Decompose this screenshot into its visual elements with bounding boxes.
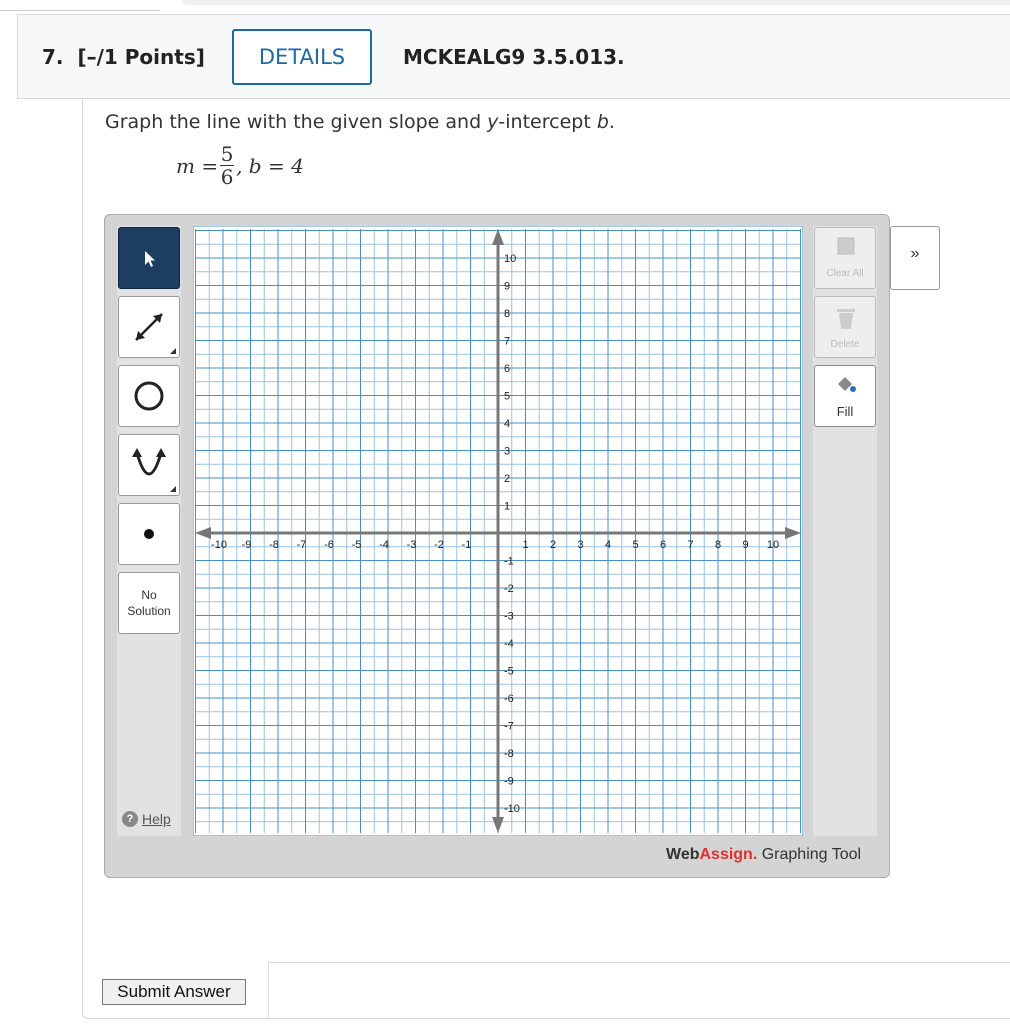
x-tick-label: 8: [715, 539, 721, 551]
y-tick-label: 6: [504, 363, 510, 375]
prompt-text-3: .: [608, 111, 615, 133]
no-solution-line2: Solution: [127, 604, 171, 618]
y-tick-label: -5: [504, 666, 514, 678]
clear-all-icon: [837, 237, 855, 255]
x-tick-label: -7: [297, 539, 307, 551]
prompt-text-1: Graph the line with the given slope and: [105, 111, 488, 133]
y-tick-label: -2: [504, 583, 514, 595]
expand-button[interactable]: »: [890, 226, 940, 290]
brand-web: Web: [666, 846, 700, 863]
y-tick-label: 2: [504, 473, 510, 485]
y-tick-label: 8: [504, 308, 510, 320]
y-tick-label: -8: [504, 748, 514, 760]
clear-all-button[interactable]: Clear All: [814, 227, 876, 289]
y-tick-label: -9: [504, 776, 514, 788]
x-tick-label: 3: [577, 539, 583, 551]
circle-icon: [134, 381, 164, 411]
y-tick-label: 3: [504, 446, 510, 458]
circle-tool-button[interactable]: [118, 365, 180, 427]
submenu-indicator: [170, 348, 176, 354]
y-tick-label: -1: [504, 556, 514, 568]
y-tick-label: 10: [504, 253, 516, 265]
x-tick-label: 5: [632, 539, 638, 551]
question-points: [–/1 Points]: [77, 45, 205, 69]
top-divider: [0, 10, 160, 11]
top-bar: [182, 0, 1010, 5]
point-tool-button[interactable]: [118, 503, 180, 565]
prompt-text-2: -intercept: [498, 111, 597, 133]
submit-divider: [268, 962, 1010, 963]
y-tick-label: 7: [504, 336, 510, 348]
coordinate-grid[interactable]: -10 -9 -8 -7 -6 -5 -4 -3 -2 -1 1 2 3 4 5 6 7 8 9 10 10 9 8 7 6 5 4…: [193, 226, 803, 836]
x-tick-label: -6: [324, 539, 334, 551]
submenu-indicator: [170, 486, 176, 492]
help-icon: ?: [122, 811, 138, 827]
question-number: 7. [–/1 Points]: [42, 45, 205, 69]
details-button[interactable]: DETAILS: [232, 29, 372, 85]
help-link[interactable]: ? Help: [122, 811, 171, 827]
equation-b: , b = 4: [236, 153, 304, 178]
delete-button[interactable]: Delete: [814, 296, 876, 358]
trash-icon: [837, 309, 855, 329]
submit-answer-button[interactable]: Submit Answer: [102, 979, 246, 1005]
y-tick-label: -3: [504, 611, 514, 623]
y-tick-label: -7: [504, 721, 514, 733]
help-label: Help: [142, 811, 171, 827]
x-tick-label: -10: [211, 539, 227, 551]
x-tick-label: 4: [605, 539, 611, 551]
clear-all-label: Clear All: [826, 268, 864, 279]
x-tick-label: -9: [242, 539, 252, 551]
y-tick-label: 5: [504, 391, 510, 403]
webassign-brand: WebAssign. Graphing Tool: [666, 846, 861, 864]
x-tick-label: -8: [269, 539, 279, 551]
brand-tool: Graphing Tool: [757, 846, 862, 863]
x-tick-label: 10: [767, 539, 779, 551]
x-tick-label: -4: [379, 539, 389, 551]
x-tick-label: -1: [462, 539, 472, 551]
x-tick-label: -3: [407, 539, 417, 551]
x-tick-label: -5: [352, 539, 362, 551]
equation: m = 5 6 , b = 4: [176, 143, 304, 188]
prompt-var-b: b: [596, 111, 609, 133]
x-tick-label: 1: [522, 539, 528, 551]
no-solution-label: No Solution: [127, 587, 170, 619]
parabola-tool-button[interactable]: [118, 434, 180, 496]
y-tick-label: -4: [504, 638, 514, 650]
pointer-tool-button[interactable]: [118, 227, 180, 289]
prompt-var-y: y: [487, 111, 499, 133]
brand-assign: Assign.: [699, 846, 758, 863]
y-tick-label: 1: [504, 501, 510, 513]
line-segment-icon: [135, 313, 163, 341]
y-tick-label: 4: [504, 418, 510, 430]
no-solution-line1: No: [141, 588, 157, 602]
question-number-text: 7.: [42, 45, 64, 69]
delete-label: Delete: [830, 339, 860, 350]
equation-m: m =: [176, 153, 219, 178]
slope-denominator: 6: [220, 165, 234, 189]
x-tick-label: 2: [550, 539, 556, 551]
fill-label: Fill: [836, 404, 854, 419]
no-solution-button[interactable]: No Solution: [118, 572, 180, 634]
question-header: 7. [–/1 Points] DETAILS MCKEALG9 3.5.013…: [17, 14, 1010, 99]
x-tick-label: 9: [742, 539, 748, 551]
slope-numerator: 5: [220, 142, 234, 166]
y-tick-label: -6: [504, 693, 514, 705]
y-tick-label: 9: [504, 281, 510, 293]
point-dot-icon: [144, 529, 154, 539]
x-tick-label: 6: [660, 539, 666, 551]
paint-bucket-icon: [838, 377, 856, 392]
arrow-pointer-icon: [145, 251, 155, 267]
y-tick-label: -10: [504, 803, 520, 815]
fill-button[interactable]: Fill: [814, 365, 876, 427]
line-tool-button[interactable]: [118, 296, 180, 358]
x-tick-label: -2: [434, 539, 444, 551]
question-code: MCKEALG9 3.5.013.: [403, 45, 625, 69]
x-tick-label: 7: [687, 539, 693, 551]
question-prompt: Graph the line with the given slope and …: [105, 111, 615, 133]
parabola-icon: [132, 448, 166, 476]
slope-fraction: 5 6: [220, 142, 235, 189]
submit-divider-vertical: [268, 962, 269, 1018]
